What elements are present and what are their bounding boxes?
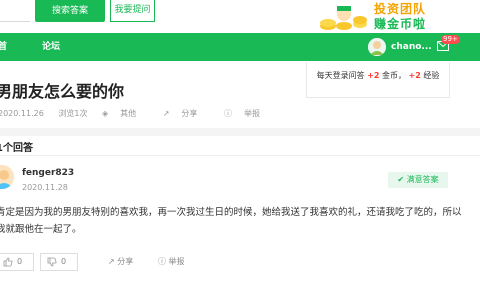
thumbs-up-icon: [3, 257, 13, 267]
promo-banner[interactable]: 投资团队 赚金币啦: [318, 0, 480, 33]
avatar-icon: [368, 38, 386, 56]
nav-item-home[interactable]: 首: [0, 33, 7, 61]
like-count: 0: [17, 257, 23, 266]
main-nav: 首 论坛 chano... 99+: [0, 33, 480, 61]
answer-author[interactable]: fenger823: [22, 168, 74, 178]
report-label: 举报: [243, 109, 260, 118]
answer-count: 1个回答: [0, 143, 33, 154]
user-avatar[interactable]: [368, 38, 386, 56]
question-title: 男朋友怎么要的你: [0, 82, 125, 101]
share-icon: ↗: [162, 109, 170, 118]
answer-actions: 0 0 ↗ 分享 ⓘ 举报: [0, 253, 480, 271]
category-label: 其他: [120, 109, 137, 118]
report-icon: ⓘ: [158, 257, 169, 266]
like-button[interactable]: 0: [0, 253, 34, 271]
ask-question-button[interactable]: 我要提问: [110, 0, 155, 22]
report-label: 举报: [168, 257, 185, 266]
coins-icon: [320, 6, 367, 30]
dislike-count: 0: [61, 257, 67, 266]
notice-coin-amount: +2: [367, 71, 380, 80]
thumbs-down-icon: [47, 257, 57, 267]
search-button[interactable]: 搜索答案: [35, 0, 105, 22]
satisfied-answer-badge: ✔ 满意答案: [388, 172, 448, 188]
question-date: 2020.11.26: [0, 109, 44, 118]
question-meta: 2020.11.26 浏览1次 ◈ 其他 ↗ 分享 ⓘ 举报: [0, 108, 284, 119]
username[interactable]: chano...: [391, 33, 432, 61]
share-icon: ↗: [108, 257, 118, 266]
question-category[interactable]: ◈ 其他: [102, 108, 148, 119]
divider: [0, 155, 480, 156]
notification-badge: 99+: [441, 35, 460, 44]
answer-text: 肯定是因为我的男朋友特别的喜欢我，再一次我过生日的时候，她给我送了我喜欢的礼，还…: [0, 207, 462, 235]
notice-text-3: 经验: [423, 71, 440, 80]
notice-text-2: 金币，: [382, 71, 406, 80]
banner-subtitle: 赚金币啦: [374, 17, 427, 31]
check-shield-icon: ✔: [397, 175, 407, 184]
question-views: 浏览1次: [58, 109, 88, 118]
notice-text-1: 每天登录问答: [316, 71, 365, 80]
search-input[interactable]: [0, 0, 30, 22]
avatar-icon: [0, 165, 14, 189]
answer-share[interactable]: ↗ 分享: [108, 253, 133, 271]
question-share[interactable]: ↗ 分享: [163, 108, 210, 119]
answer-report[interactable]: ⓘ 举报: [158, 253, 185, 271]
answer-date: 2020.11.28: [22, 183, 68, 192]
tag-icon: ◈: [102, 109, 109, 118]
report-icon: ⓘ: [223, 109, 232, 118]
question-report[interactable]: ⓘ 举报: [224, 108, 272, 119]
share-label: 分享: [181, 109, 198, 118]
satisfied-label: 满意答案: [406, 175, 439, 184]
share-label: 分享: [117, 257, 134, 266]
top-bar: 搜索答案 我要提问 投资团队 赚金币啦: [0, 0, 480, 33]
dislike-button[interactable]: 0: [40, 253, 78, 271]
daily-login-notice: 每天登录问答 +2 金币， +2 经验: [306, 62, 450, 98]
notice-exp-amount: +2: [408, 71, 421, 80]
answer-avatar[interactable]: [0, 165, 14, 189]
section-divider: [0, 128, 480, 136]
nav-item-forum[interactable]: 论坛: [42, 33, 60, 61]
